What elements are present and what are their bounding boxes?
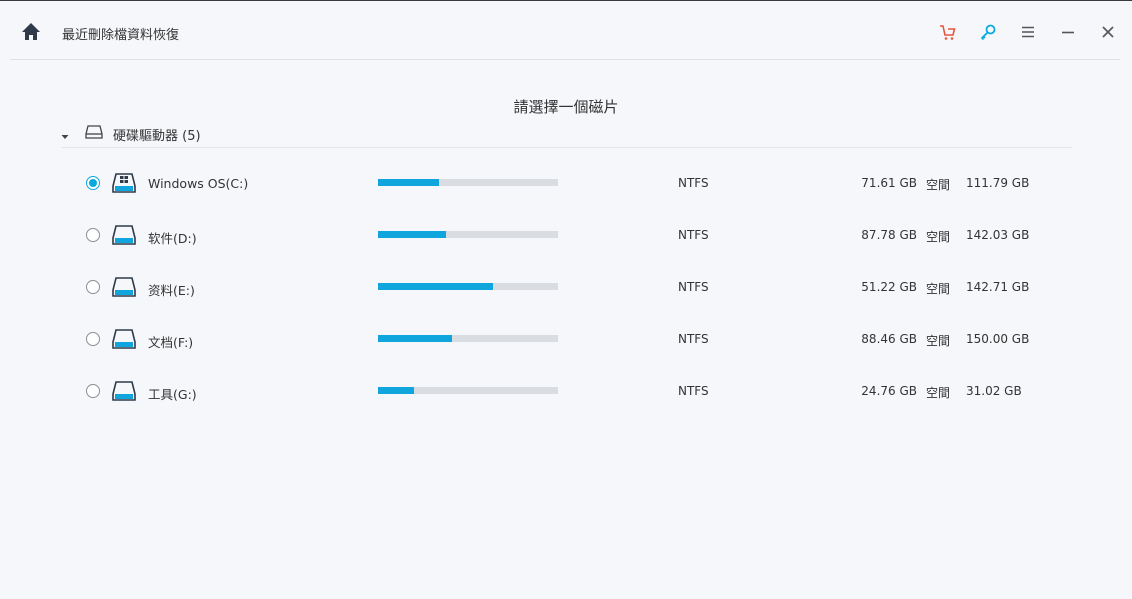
disk-drive-icon: [111, 223, 137, 247]
menu-icon[interactable]: [1018, 22, 1038, 42]
drive-radio[interactable]: [86, 384, 100, 398]
drive-row[interactable]: 软件(D:) NTFS 87.78 GB 空間 142.03 GB: [62, 213, 1072, 257]
windows-drive-icon: [111, 171, 137, 195]
free-space-label: 空間: [926, 230, 951, 244]
usage-fill: [378, 283, 494, 290]
app-window: 最近刪除檔資料恢復 請選擇一個磁片 硬碟驅動器 (5) Windows OS(C…: [0, 0, 1132, 599]
free-space: 51.22 GB: [861, 280, 917, 294]
drive-name: 文档(F:): [148, 335, 194, 350]
total-space: 142.71 GB: [966, 280, 1030, 294]
usage-bar: [378, 231, 558, 238]
usage-bar: [378, 335, 558, 342]
drive-row[interactable]: 工具(G:) NTFS 24.76 GB 空間 31.02 GB: [62, 369, 1072, 413]
drive-radio[interactable]: [86, 228, 100, 242]
drive-name: 工具(G:): [148, 387, 197, 402]
usage-fill: [378, 231, 447, 238]
file-system: NTFS: [678, 280, 709, 294]
disk-drive-icon: [111, 379, 137, 403]
total-space: 111.79 GB: [966, 176, 1030, 190]
group-divider: [62, 147, 1072, 148]
free-space: 71.61 GB: [861, 176, 917, 190]
drive-row[interactable]: 文档(F:) NTFS 88.46 GB 空間 150.00 GB: [62, 317, 1072, 361]
drive-row[interactable]: Windows OS(C:) NTFS 71.61 GB 空間 111.79 G…: [62, 161, 1072, 205]
minimize-icon[interactable]: [1058, 22, 1078, 42]
title-bar: 最近刪除檔資料恢復: [0, 1, 1132, 59]
drive-row[interactable]: 资料(E:) NTFS 51.22 GB 空間 142.71 GB: [62, 265, 1072, 309]
usage-fill: [378, 179, 440, 186]
file-system: NTFS: [678, 176, 709, 190]
total-space: 31.02 GB: [966, 384, 1022, 398]
free-space: 88.46 GB: [861, 332, 917, 346]
total-space: 150.00 GB: [966, 332, 1030, 346]
free-space: 87.78 GB: [861, 228, 917, 242]
usage-bar: [378, 283, 558, 290]
usage-fill: [378, 335, 452, 342]
file-system: NTFS: [678, 332, 709, 346]
usage-bar: [378, 179, 558, 186]
drive-radio[interactable]: [86, 332, 100, 346]
disk-drive-icon: [111, 275, 137, 299]
drive-name: 资料(E:): [148, 283, 195, 298]
page-title: 請選擇一個磁片: [513, 98, 619, 116]
file-system: NTFS: [678, 384, 709, 398]
drive-name: 软件(D:): [148, 231, 197, 246]
key-icon[interactable]: [978, 22, 998, 42]
free-space-label: 空間: [926, 334, 951, 348]
title-divider: [10, 59, 1120, 60]
usage-fill: [378, 387, 414, 394]
drive-radio[interactable]: [86, 280, 100, 294]
close-icon[interactable]: [1098, 22, 1118, 42]
free-space-label: 空間: [926, 386, 951, 400]
cart-icon[interactable]: [938, 22, 958, 42]
drive-name: Windows OS(C:): [148, 176, 249, 191]
drive-group-label: 硬碟驅動器 (5): [113, 129, 201, 144]
disk-drive-icon: [111, 327, 137, 351]
home-icon[interactable]: [20, 21, 42, 43]
free-space-label: 空間: [926, 178, 951, 192]
total-space: 142.03 GB: [966, 228, 1030, 242]
drive-radio[interactable]: [86, 176, 100, 190]
usage-bar: [378, 387, 558, 394]
free-space-label: 空間: [926, 282, 951, 296]
file-system: NTFS: [678, 228, 709, 242]
chevron-down-icon[interactable]: [60, 127, 70, 139]
app-title: 最近刪除檔資料恢復: [62, 28, 180, 43]
free-space: 24.76 GB: [861, 384, 917, 398]
hard-drive-icon: [85, 124, 103, 140]
